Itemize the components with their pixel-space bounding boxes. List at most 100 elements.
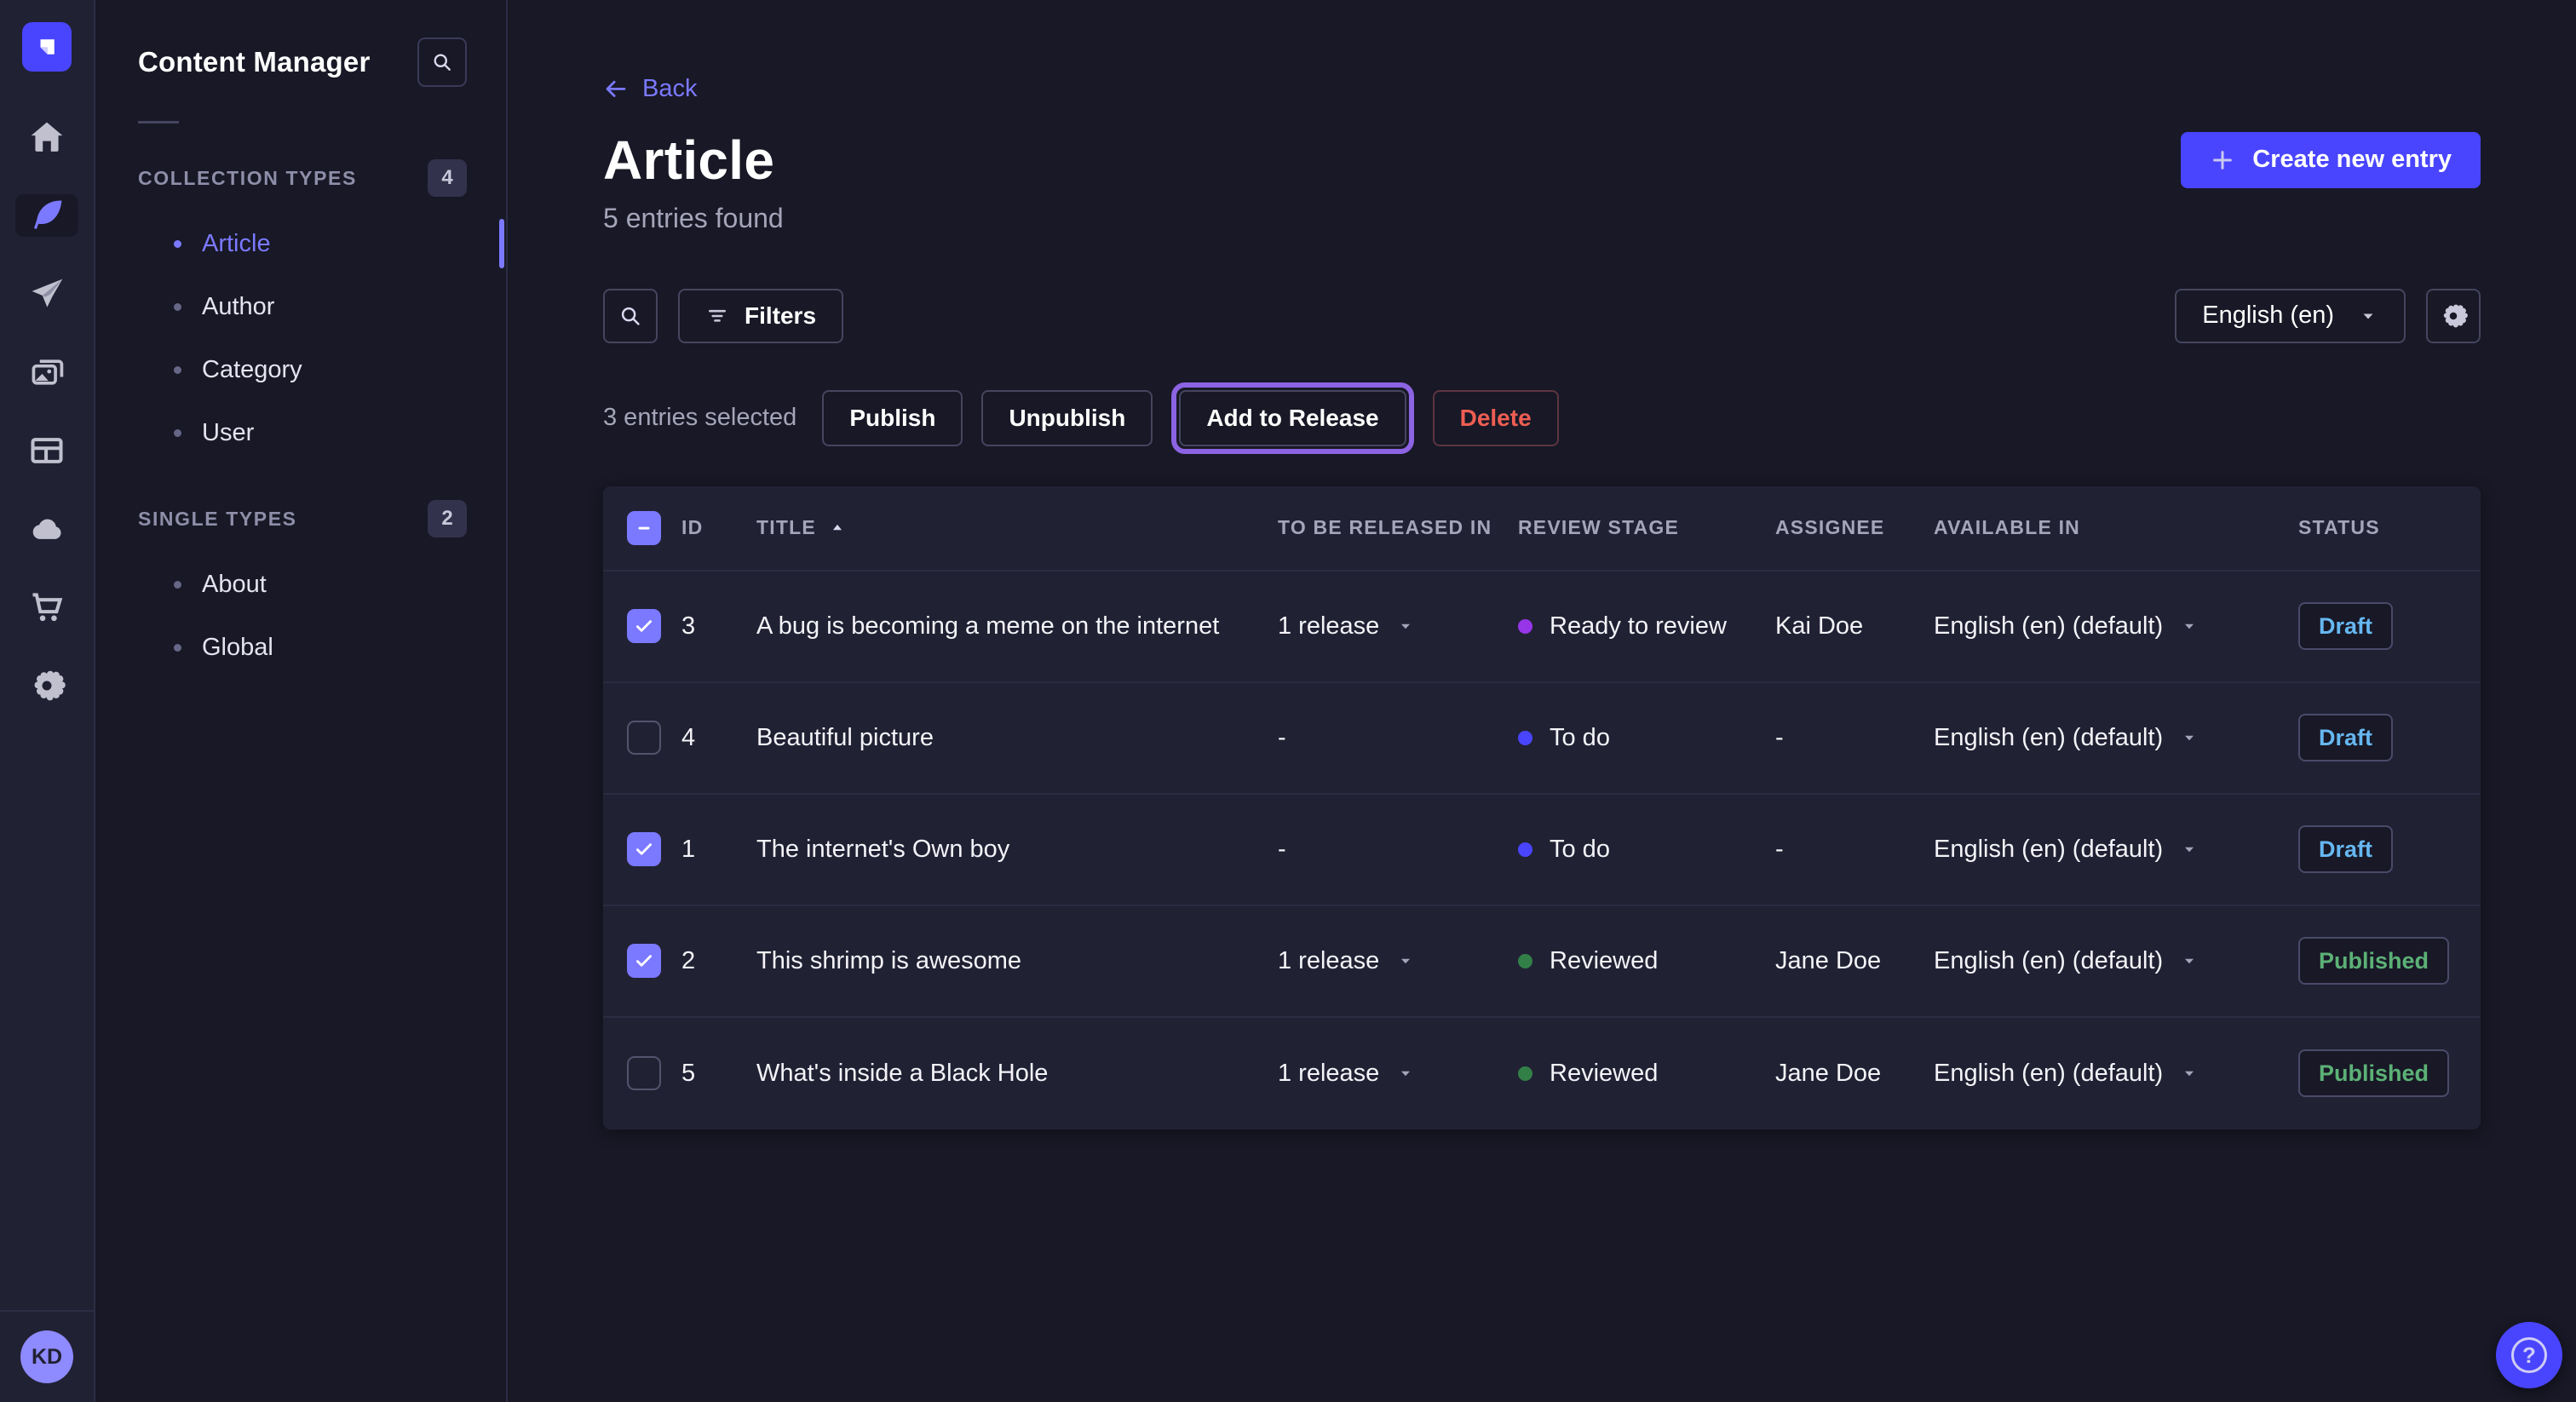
column-header-assignee: ASSIGNEE	[1775, 516, 1934, 539]
row-title: A bug is becoming a meme on the internet	[756, 612, 1278, 641]
row-checkbox[interactable]	[627, 721, 661, 755]
filters-button[interactable]: Filters	[678, 289, 843, 343]
review-stage-dot	[1518, 1066, 1532, 1081]
strapi-logo[interactable]	[22, 22, 72, 72]
row-id: 3	[681, 612, 756, 641]
row-checkbox[interactable]	[627, 832, 661, 866]
row-release[interactable]: 1 release	[1278, 1060, 1518, 1088]
release-caret	[1396, 617, 1415, 635]
back-link[interactable]: Back	[603, 75, 697, 103]
table-row[interactable]: 2 This shrimp is awesome 1 release Revie…	[603, 906, 2481, 1018]
nav-media-library[interactable]	[15, 351, 78, 394]
column-header-release: TO BE RELEASED IN	[1278, 516, 1518, 539]
subnav-item-about[interactable]: About	[97, 553, 506, 616]
bullet-icon	[174, 581, 181, 589]
row-checkbox[interactable]	[627, 1056, 661, 1090]
select-all-checkbox[interactable]	[627, 511, 661, 545]
nav-deploy[interactable]	[15, 508, 78, 550]
status-badge: Published	[2298, 937, 2449, 985]
table-row[interactable]: 5 What's inside a Black Hole 1 release R…	[603, 1018, 2481, 1129]
row-checkbox[interactable]	[627, 944, 661, 978]
create-new-entry-button[interactable]: Create new entry	[2181, 132, 2481, 188]
bullet-icon	[174, 429, 181, 437]
gear-icon	[2439, 302, 2468, 330]
row-release[interactable]: 1 release	[1278, 612, 1518, 641]
layout-icon	[28, 432, 66, 469]
locale-caret	[2180, 840, 2199, 859]
chevron-down-icon	[2180, 840, 2199, 859]
row-available-in[interactable]: English (en) (default)	[1934, 1060, 2298, 1088]
bullet-icon	[174, 240, 181, 248]
list-search-button[interactable]	[603, 289, 658, 343]
view-settings-button[interactable]	[2426, 289, 2481, 343]
nav-marketplace[interactable]	[15, 586, 78, 629]
chevron-down-icon	[1396, 617, 1415, 635]
row-release[interactable]: 1 release	[1278, 947, 1518, 975]
check-icon	[633, 615, 655, 637]
subnav-section: COLLECTION TYPES 4 Article Author Catego…	[97, 159, 506, 464]
home-icon	[28, 118, 66, 156]
column-header-id: ID	[681, 516, 756, 539]
row-id: 5	[681, 1060, 756, 1088]
nav-content-manager[interactable]	[15, 194, 78, 237]
delete-button[interactable]: Delete	[1433, 390, 1559, 446]
section-label: COLLECTION TYPES	[138, 167, 357, 190]
row-available-in[interactable]: English (en) (default)	[1934, 836, 2298, 864]
subnav-section: SINGLE TYPES 2 About Global	[97, 500, 506, 679]
row-checkbox[interactable]	[627, 609, 661, 643]
publish-button[interactable]: Publish	[822, 390, 963, 446]
locale-select[interactable]: English (en)	[2175, 289, 2406, 343]
row-available-in[interactable]: English (en) (default)	[1934, 612, 2298, 641]
chevron-down-icon	[2180, 1064, 2199, 1083]
status-badge: Draft	[2298, 602, 2393, 650]
nav-settings[interactable]	[15, 664, 78, 707]
cloud-icon	[28, 510, 66, 548]
plus-icon	[2210, 147, 2235, 173]
locale-caret	[2180, 951, 2199, 970]
help-button[interactable]: ?	[2496, 1322, 2562, 1388]
main-nav: KD	[0, 0, 95, 1402]
status-badge: Published	[2298, 1049, 2449, 1097]
locale-caret	[2180, 617, 2199, 635]
unpublish-button[interactable]: Unpublish	[981, 390, 1153, 446]
question-icon: ?	[2511, 1337, 2547, 1373]
cart-icon	[28, 589, 66, 626]
row-assignee: Jane Doe	[1775, 947, 1934, 975]
row-available-in[interactable]: English (en) (default)	[1934, 724, 2298, 752]
row-release[interactable]: -	[1278, 836, 1518, 864]
subnav-item-user[interactable]: User	[97, 401, 506, 464]
table-body: 3 A bug is becoming a meme on the intern…	[603, 572, 2481, 1129]
subnav-item-category[interactable]: Category	[97, 338, 506, 401]
chevron-down-icon	[2180, 617, 2199, 635]
nav-home[interactable]	[15, 116, 78, 158]
filter-icon	[705, 304, 729, 328]
table-row[interactable]: 1 The internet's Own boy - To do - Engli…	[603, 795, 2481, 906]
nav-releases[interactable]	[15, 273, 78, 315]
locale-caret	[2180, 728, 2199, 747]
subnav-item-author[interactable]: Author	[97, 275, 506, 338]
row-review-stage: Ready to review	[1518, 612, 1775, 641]
review-stage-dot	[1518, 842, 1532, 857]
locale-value: English (en)	[2202, 302, 2334, 330]
row-available-in[interactable]: English (en) (default)	[1934, 947, 2298, 975]
table-row[interactable]: 3 A bug is becoming a meme on the intern…	[603, 572, 2481, 683]
nav-content-type-builder[interactable]	[15, 429, 78, 472]
row-assignee: -	[1775, 724, 1934, 752]
subnav-item-global[interactable]: Global	[97, 616, 506, 679]
row-title: The internet's Own boy	[756, 836, 1278, 864]
row-release[interactable]: -	[1278, 724, 1518, 752]
filters-label: Filters	[745, 302, 816, 330]
subnav-divider	[138, 121, 179, 124]
chevron-down-icon	[2180, 728, 2199, 747]
column-header-status: STATUS	[2298, 516, 2481, 539]
subnav-item-article[interactable]: Article	[97, 212, 506, 275]
column-header-title[interactable]: TITLE	[756, 516, 1278, 539]
table-row[interactable]: 4 Beautiful picture - To do - English (e…	[603, 683, 2481, 795]
images-icon	[28, 353, 66, 391]
subnav-search-button[interactable]	[417, 37, 467, 87]
back-label: Back	[642, 75, 697, 103]
search-icon	[430, 50, 454, 74]
add-to-release-button[interactable]: Add to Release	[1179, 390, 1406, 446]
section-count-badge: 4	[428, 159, 467, 197]
user-avatar[interactable]: KD	[20, 1330, 73, 1383]
